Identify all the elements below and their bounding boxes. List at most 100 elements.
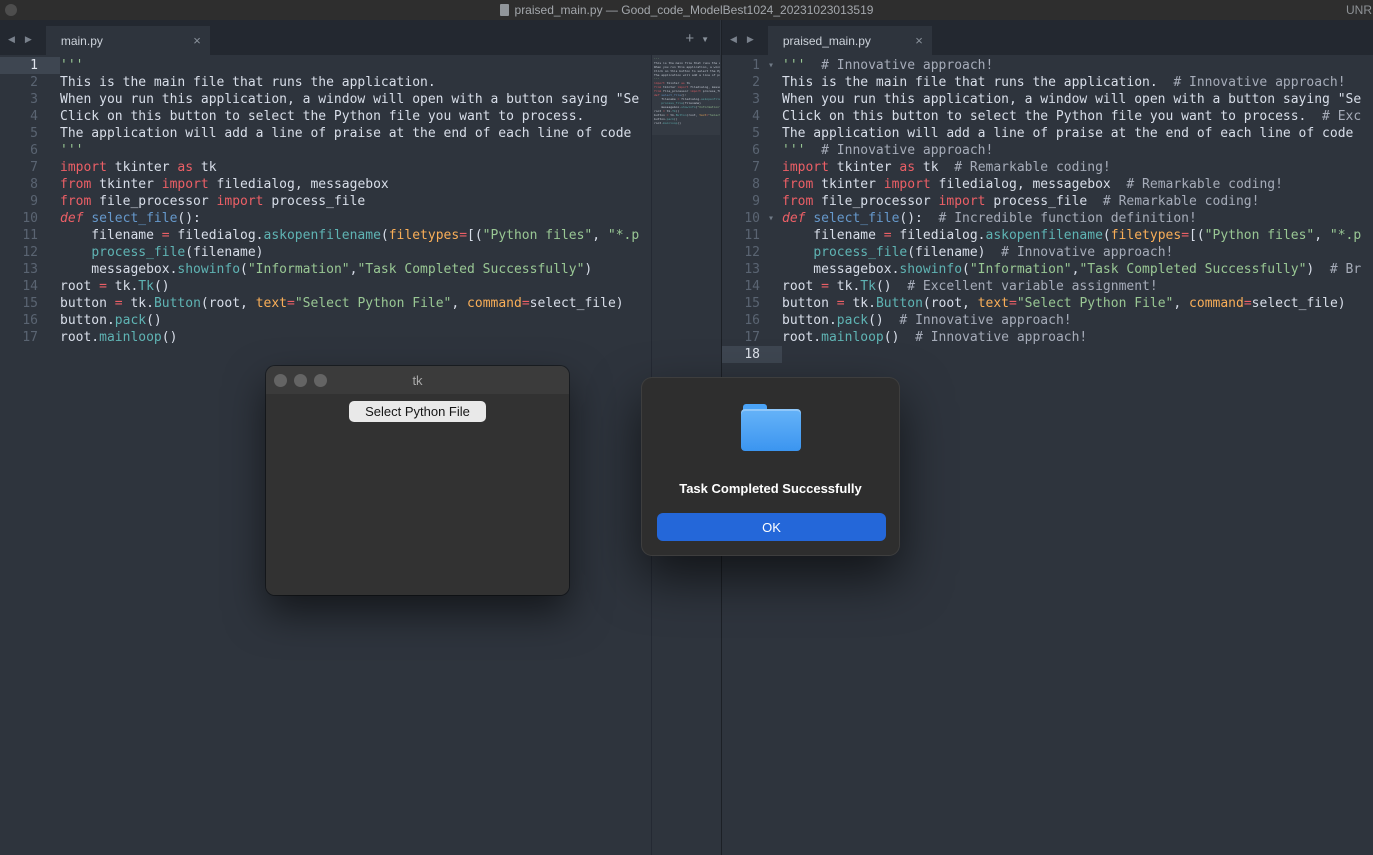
- line-number[interactable]: 7: [722, 159, 760, 176]
- new-tab-button[interactable]: +: [685, 30, 694, 47]
- code-text[interactable]: messagebox.showinfo("Information","Task …: [60, 261, 592, 278]
- tab-main-py[interactable]: main.py ×: [46, 26, 210, 55]
- line-number[interactable]: 1: [0, 57, 38, 74]
- line-number[interactable]: 8: [0, 176, 38, 193]
- line-number[interactable]: 9: [722, 193, 760, 210]
- tk-close-button[interactable]: [274, 374, 287, 387]
- line-number[interactable]: 15: [722, 295, 760, 312]
- line-number[interactable]: 4: [722, 108, 760, 125]
- tk-minimize-button[interactable]: [294, 374, 307, 387]
- tk-titlebar[interactable]: tk: [266, 366, 569, 394]
- tab-overflow-menu-icon[interactable]: ▼: [701, 35, 709, 44]
- code-line-row: 13 messagebox.showinfo("Information","Ta…: [722, 261, 1373, 278]
- code-text[interactable]: root = tk.Tk(): [60, 278, 170, 295]
- select-python-file-button[interactable]: Select Python File: [349, 401, 486, 422]
- code-text[interactable]: button.pack(): [60, 312, 162, 329]
- tab-nav-forward-icon[interactable]: ▶: [742, 34, 759, 45]
- code-line-row: 12 process_file(filename) # Innovative a…: [722, 244, 1373, 261]
- code-text[interactable]: Click on this button to select the Pytho…: [782, 108, 1361, 125]
- fold-gutter: [38, 108, 60, 125]
- line-number[interactable]: 5: [722, 125, 760, 142]
- line-number[interactable]: 14: [0, 278, 38, 295]
- tab-nav-back-icon[interactable]: ◀: [725, 34, 742, 45]
- code-text[interactable]: def select_file():: [60, 210, 201, 227]
- line-number[interactable]: 6: [722, 142, 760, 159]
- code-text[interactable]: process_file(filename) # Innovative appr…: [782, 244, 1173, 261]
- code-text[interactable]: from tkinter import filedialog, messageb…: [782, 176, 1283, 193]
- fold-arrow-icon[interactable]: ▾: [760, 210, 782, 227]
- tk-zoom-button[interactable]: [314, 374, 327, 387]
- line-number[interactable]: 3: [0, 91, 38, 108]
- code-text[interactable]: The application will add a line of prais…: [782, 125, 1353, 142]
- code-text[interactable]: from file_processor import process_file …: [782, 193, 1259, 210]
- fold-gutter: [760, 193, 782, 210]
- fold-gutter: [38, 91, 60, 108]
- code-area-right[interactable]: 1▾''' # Innovative approach!2This is the…: [722, 57, 1373, 363]
- code-text[interactable]: button = tk.Button(root, text="Select Py…: [60, 295, 624, 312]
- line-number[interactable]: 14: [722, 278, 760, 295]
- line-number[interactable]: 15: [0, 295, 38, 312]
- code-text[interactable]: from file_processor import process_file: [60, 193, 365, 210]
- line-number[interactable]: 2: [722, 74, 760, 91]
- code-text[interactable]: ''': [60, 57, 83, 74]
- code-text[interactable]: messagebox.showinfo("Information","Task …: [782, 261, 1361, 278]
- code-text[interactable]: The application will add a line of prais…: [60, 125, 631, 142]
- line-number[interactable]: 3: [722, 91, 760, 108]
- code-text[interactable]: root = tk.Tk() # Excellent variable assi…: [782, 278, 1158, 295]
- line-number[interactable]: 13: [722, 261, 760, 278]
- line-number[interactable]: 4: [0, 108, 38, 125]
- code-text[interactable]: This is the main file that runs the appl…: [782, 74, 1346, 91]
- line-number[interactable]: 18: [722, 346, 760, 363]
- tab-nav-forward-icon[interactable]: ▶: [20, 34, 37, 45]
- code-text[interactable]: root.mainloop() # Innovative approach!: [782, 329, 1087, 346]
- code-text[interactable]: from tkinter import filedialog, messageb…: [60, 176, 389, 193]
- tab-close-icon[interactable]: ×: [915, 34, 923, 47]
- line-number[interactable]: 13: [0, 261, 38, 278]
- code-text[interactable]: root.mainloop(): [60, 329, 177, 346]
- line-number[interactable]: 9: [0, 193, 38, 210]
- code-text[interactable]: import tkinter as tk # Remarkable coding…: [782, 159, 1111, 176]
- line-number[interactable]: 11: [722, 227, 760, 244]
- code-line-row: 7 import tkinter as tk: [0, 159, 651, 176]
- window-titlebar: praised_main.py — Good_code_ModelBest102…: [0, 0, 1373, 20]
- line-number[interactable]: 12: [722, 244, 760, 261]
- code-text[interactable]: When you run this application, a window …: [60, 91, 639, 108]
- code-text[interactable]: ''' # Innovative approach!: [782, 57, 993, 74]
- code-line-row: 1 ''': [0, 57, 651, 74]
- code-text[interactable]: When you run this application, a window …: [782, 91, 1361, 108]
- code-text[interactable]: button.pack() # Innovative approach!: [782, 312, 1072, 329]
- line-number[interactable]: 11: [0, 227, 38, 244]
- code-area-left[interactable]: 1 ''' 2 This is the main file that runs the…: [0, 57, 651, 346]
- code-text[interactable]: import tkinter as tk: [60, 159, 217, 176]
- code-line-row: 8 from tkinter import filedialog, message…: [0, 176, 651, 193]
- line-number[interactable]: 6: [0, 142, 38, 159]
- code-text[interactable]: This is the main file that runs the appl…: [60, 74, 436, 91]
- code-text[interactable]: filename = filedialog.askopenfilename(fi…: [782, 227, 1361, 244]
- line-number[interactable]: 10: [722, 210, 760, 227]
- line-number[interactable]: 16: [0, 312, 38, 329]
- fold-arrow-icon[interactable]: ▾: [760, 57, 782, 74]
- code-text[interactable]: filename = filedialog.askopenfilename(fi…: [60, 227, 639, 244]
- code-text[interactable]: ''' # Innovative approach!: [782, 142, 993, 159]
- code-text[interactable]: process_file(filename): [60, 244, 264, 261]
- code-text[interactable]: button = tk.Button(root, text="Select Py…: [782, 295, 1346, 312]
- line-number[interactable]: 2: [0, 74, 38, 91]
- line-number[interactable]: 12: [0, 244, 38, 261]
- tab-nav-back-icon[interactable]: ◀: [3, 34, 20, 45]
- code-line-row: 9 from file_processor import process_file…: [722, 193, 1373, 210]
- line-number[interactable]: 17: [0, 329, 38, 346]
- tab-close-icon[interactable]: ×: [193, 34, 201, 47]
- unregistered-label: UNR: [1346, 0, 1372, 20]
- line-number[interactable]: 5: [0, 125, 38, 142]
- line-number[interactable]: 1: [722, 57, 760, 74]
- line-number[interactable]: 8: [722, 176, 760, 193]
- code-text[interactable]: ''': [60, 142, 83, 159]
- line-number[interactable]: 7: [0, 159, 38, 176]
- code-text[interactable]: Click on this button to select the Pytho…: [60, 108, 584, 125]
- line-number[interactable]: 10: [0, 210, 38, 227]
- line-number[interactable]: 17: [722, 329, 760, 346]
- ok-button[interactable]: OK: [657, 513, 886, 541]
- line-number[interactable]: 16: [722, 312, 760, 329]
- code-text[interactable]: def select_file(): # Incredible function…: [782, 210, 1197, 227]
- tab-praised-main-py[interactable]: praised_main.py ×: [768, 26, 932, 55]
